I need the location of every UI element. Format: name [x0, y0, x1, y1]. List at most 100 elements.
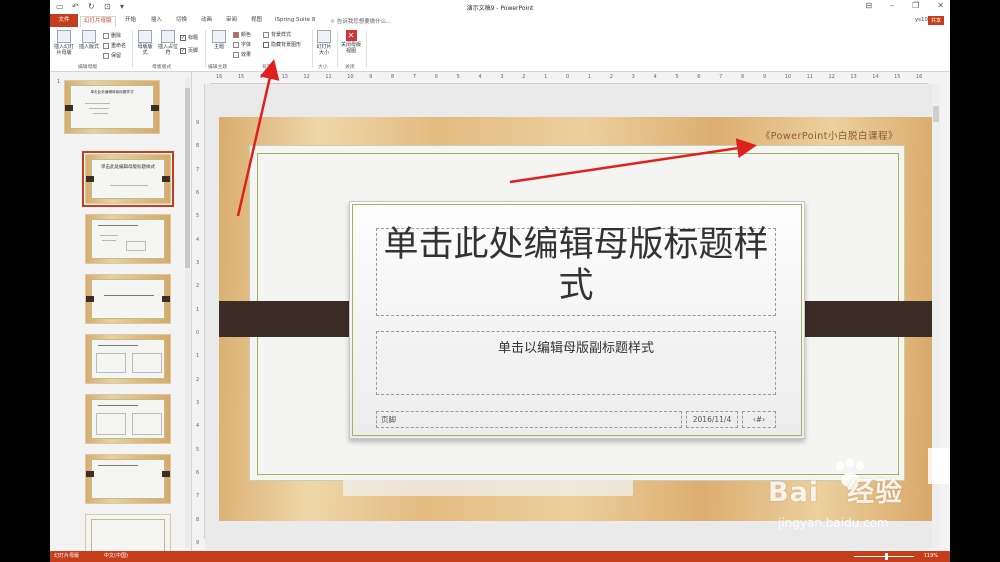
ruler-tick-label: 9 [196, 540, 200, 546]
ruler-tick-label: 1 [544, 74, 548, 80]
brand-b: 经验 [847, 477, 904, 508]
share-button[interactable]: 共享 [927, 16, 944, 25]
close-icon[interactable]: ✕ [937, 1, 944, 10]
master-thumbnail[interactable]: 单击此处编辑母版标题样式 [64, 80, 160, 134]
master-layout-icon [138, 30, 152, 43]
thumbnail-line [85, 103, 110, 104]
language-text[interactable]: 中文(中国) [104, 551, 128, 562]
thumbnail-placeholder [132, 413, 162, 435]
ruler-tick-label: 4 [196, 423, 200, 430]
thumbnail-band [86, 296, 94, 302]
footer-checkbox[interactable]: ✓ 页脚 [180, 47, 198, 54]
layout-thumbnail-title-slide[interactable]: 单击此处编辑母版标题样式 [82, 151, 174, 207]
tab-ispring[interactable]: iSpring Suite 8 [272, 16, 318, 27]
thumbnail-line [100, 235, 118, 236]
title-checkbox[interactable]: ✓ 标题 [180, 34, 198, 41]
preserve-button[interactable]: 保留 [103, 52, 121, 59]
ruler-tick-label: 7 [196, 493, 200, 500]
thumbnail-line [98, 405, 138, 406]
rename-button[interactable]: 重命名 [103, 42, 126, 49]
tab-slide-master[interactable]: 幻灯片母版 [80, 16, 116, 27]
zoom-level[interactable]: 119% [924, 551, 938, 562]
hide-bg-graphics-checkbox[interactable]: 隐藏背景图形 [263, 41, 301, 48]
tab-file[interactable]: 文件 [50, 14, 78, 27]
thumbnail-placeholder [96, 353, 126, 373]
layout-thumbnail[interactable] [85, 214, 171, 264]
insert-placeholder-button[interactable]: 插入占位符 [158, 30, 178, 56]
fonts-dropdown[interactable]: 字体 [233, 41, 251, 48]
date-text: 2016/11/4 [692, 415, 732, 424]
layout-thumbnail[interactable] [85, 394, 171, 444]
tab-insert[interactable]: 插入 [148, 16, 165, 27]
layout-thumbnail[interactable] [85, 454, 171, 504]
insert-master-button[interactable]: 插入幻灯片母版 [52, 30, 76, 56]
master-layout-button[interactable]: 母版版式 [136, 30, 154, 56]
layout-thumbnail[interactable] [85, 514, 171, 551]
ruler-tick-label: 0 [566, 74, 570, 80]
slide-size-button[interactable]: 幻灯片大小 [315, 30, 333, 56]
ruler-tick-label: 9 [762, 74, 767, 80]
layout-thumbnail[interactable] [85, 274, 171, 324]
ruler-tick-label: 15 [894, 74, 901, 80]
course-tagline[interactable]: 《PowerPoint小白脱白课程》 [761, 128, 898, 142]
tab-review[interactable]: 审阅 [223, 16, 240, 27]
blurred-caption-strip [343, 479, 633, 496]
insert-layout-button[interactable]: 插入版式 [78, 30, 100, 50]
ruler-tick-label: 6 [434, 74, 438, 80]
background-styles-dropdown[interactable]: 背景样式 [263, 31, 291, 38]
tab-home[interactable]: 开始 [122, 16, 139, 27]
tab-animations[interactable]: 动画 [198, 16, 215, 27]
thumbnail-scroll-thumb[interactable] [185, 88, 190, 268]
group-separator [337, 30, 338, 68]
zoom-slider-knob[interactable] [885, 553, 888, 560]
thumbnail-scrollbar[interactable] [185, 78, 190, 548]
canvas-scroll-thumb[interactable] [933, 106, 939, 122]
thumbnail-band [162, 176, 170, 182]
themes-button[interactable]: 主题 [210, 30, 228, 50]
slide-number-text: ‹#› [752, 415, 766, 424]
colors-dropdown[interactable]: 颜色 [233, 31, 251, 38]
rename-label: 重命名 [111, 43, 127, 49]
minimize-icon[interactable]: – [890, 1, 894, 10]
effects-dropdown[interactable]: 效果 [233, 51, 251, 58]
ruler-tick-label: 8 [741, 74, 745, 80]
slide-number-placeholder[interactable]: ‹#› [742, 411, 776, 428]
right-dark-band[interactable] [791, 301, 935, 337]
group-master-layout-label: 母版版式 [152, 65, 172, 70]
master-thumbnail-title: 单击此处编辑母版标题样式 [90, 90, 134, 94]
ruler-tick-label: 3 [196, 400, 200, 406]
restore-icon[interactable]: ❐ [912, 1, 919, 10]
insert-placeholder-icon [161, 30, 175, 43]
colors-label: 颜色 [241, 32, 252, 38]
ruler-tick-label: 8 [196, 143, 200, 150]
insert-master-icon [57, 30, 71, 43]
left-dark-band[interactable] [219, 301, 363, 337]
subtitle-placeholder-text[interactable]: 单击以编辑母版副标题样式 [376, 337, 776, 356]
ruler-tick-label: 5 [196, 213, 200, 220]
footer-check-icon: ✓ [180, 47, 186, 54]
tab-view[interactable]: 视图 [248, 16, 265, 27]
delete-button[interactable]: 删除 [103, 32, 121, 39]
themes-icon [212, 30, 226, 43]
thumbnail-line [98, 465, 138, 466]
ruler-tick-label: 14 [259, 74, 267, 80]
background-styles-icon [263, 31, 269, 38]
ruler-tick-label: 11 [806, 74, 813, 80]
ruler-tick-label: 4 [478, 74, 482, 80]
date-placeholder[interactable]: 2016/11/4 [686, 411, 738, 428]
ribbon: 插入幻灯片母版 插入版式 删除 重命名 保留 编辑母版 母版版式 插入占位符 ✓… [50, 27, 950, 72]
close-master-view-button[interactable]: ✕ 关闭母版视图 [340, 30, 362, 54]
ruler-tick-label: 1 [196, 306, 200, 313]
thumbnail-line [110, 185, 148, 186]
share-label: 共享 [930, 18, 941, 24]
user-name[interactable]: ys10 [915, 17, 928, 23]
ribbon-display-icon[interactable]: ⊟ [865, 1, 872, 10]
tell-me-box[interactable]: ☼ 告诉我您想要做什么... [330, 17, 391, 25]
lightbulb-icon: ☼ [330, 19, 337, 25]
tab-transitions[interactable]: 切换 [173, 16, 190, 27]
footer-placeholder[interactable]: 页脚 [376, 411, 682, 428]
layout-thumbnail[interactable] [85, 334, 171, 384]
zoom-slider[interactable] [854, 556, 914, 557]
ruler-tick-label: 0 [196, 330, 200, 336]
title-placeholder-text[interactable]: 单击此处编辑母版标题样式 [376, 225, 776, 307]
